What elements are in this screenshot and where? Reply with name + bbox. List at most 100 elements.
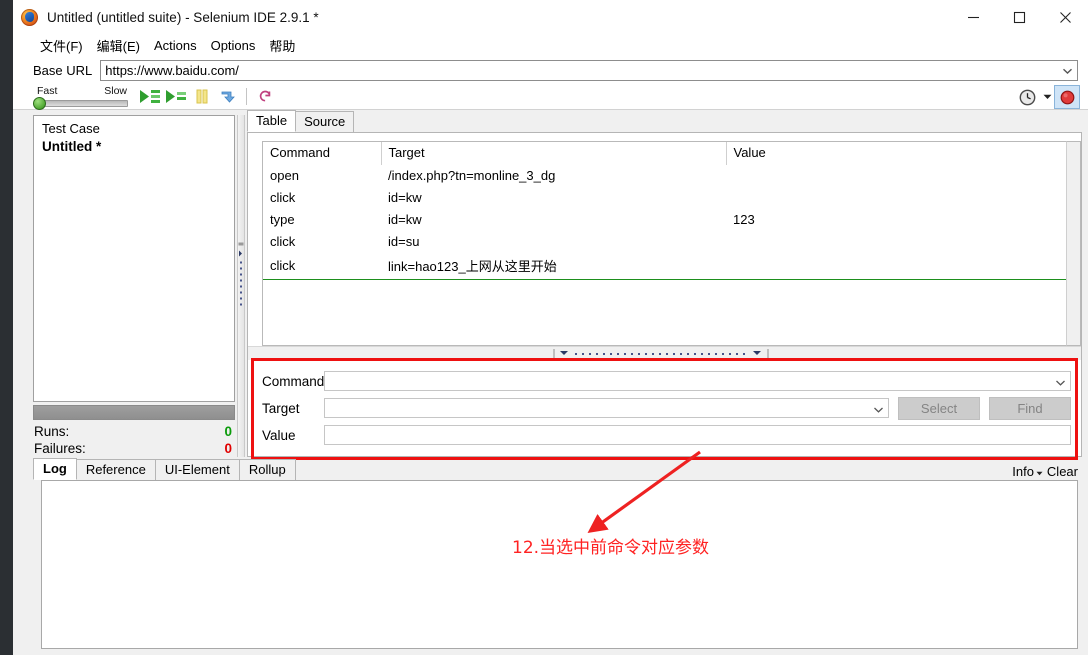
selenium-ide-window: Untitled (untitled suite) - Selenium IDE…: [13, 0, 1088, 655]
cell-value[interactable]: [726, 187, 1066, 209]
log-level-button[interactable]: Info: [1012, 464, 1043, 479]
speed-slow-label: Slow: [104, 84, 127, 97]
cell-command[interactable]: click: [263, 187, 381, 209]
table-row[interactable]: click id=kw: [263, 187, 1066, 209]
list-item[interactable]: Untitled *: [34, 138, 234, 155]
cell-value[interactable]: [726, 165, 1066, 187]
title-bar: Untitled (untitled suite) - Selenium IDE…: [13, 0, 1088, 34]
find-button[interactable]: Find: [989, 396, 1071, 420]
minimize-icon[interactable]: [950, 0, 996, 34]
cell-target[interactable]: link=hao123_上网从这里开始: [381, 253, 726, 279]
table-header-row: Command Target Value: [263, 142, 1066, 165]
value-input[interactable]: [324, 425, 1071, 445]
test-case-list[interactable]: Untitled *: [34, 138, 234, 401]
table-row[interactable]: open /index.php?tn=monline_3_dg: [263, 165, 1066, 187]
window-title: Untitled (untitled suite) - Selenium IDE…: [47, 9, 319, 25]
splitter-grip-icon: [238, 242, 244, 316]
speed-slider-thumb[interactable]: [33, 96, 46, 110]
command-table[interactable]: Command Target Value open /index.php?tn=…: [262, 141, 1066, 346]
sidebar: Test Case Untitled * Runs: 0 Failures: 0: [33, 110, 235, 457]
close-icon[interactable]: [1042, 0, 1088, 34]
maximize-icon[interactable]: [996, 0, 1042, 34]
cell-value[interactable]: 123: [726, 209, 1066, 231]
base-url-combo[interactable]: [100, 60, 1078, 81]
table-row[interactable]: click id=su: [263, 231, 1066, 253]
menu-options[interactable]: Options: [204, 36, 263, 55]
tab-source[interactable]: Source: [295, 111, 355, 132]
record-button[interactable]: [1054, 85, 1080, 109]
tab-table[interactable]: Table: [247, 110, 297, 132]
firefox-icon: [21, 8, 38, 26]
counter-runs-value: 0: [224, 424, 232, 439]
rollup-icon[interactable]: [252, 85, 278, 109]
cell-command[interactable]: type: [263, 209, 381, 231]
step-icon[interactable]: [215, 85, 241, 109]
main-split-area: Test Case Untitled * Runs: 0 Failures: 0: [13, 110, 1088, 460]
pause-icon[interactable]: [189, 85, 215, 109]
menu-bar: 文件(F) 编辑(E) Actions Options 帮助: [13, 34, 1088, 57]
table-row[interactable]: click link=hao123_上网从这里开始: [263, 253, 1066, 279]
log-tab-bar: Log Reference UI-Element Rollup Info Cle…: [33, 457, 1088, 480]
speed-slider-track[interactable]: [36, 99, 128, 107]
chevron-down-icon[interactable]: [1057, 61, 1077, 80]
speed-fast-label: Fast: [37, 84, 58, 97]
cell-target[interactable]: /index.php?tn=monline_3_dg: [381, 165, 726, 187]
form-row-value: Value: [262, 422, 1071, 449]
chevron-down-icon[interactable]: [1040, 85, 1054, 109]
command-table-scrollbar[interactable]: [1066, 141, 1081, 346]
cell-target[interactable]: id=su: [381, 231, 726, 253]
menu-actions[interactable]: Actions: [147, 36, 204, 55]
tab-ui-element[interactable]: UI-Element: [154, 459, 240, 480]
speed-slider[interactable]: Fast Slow: [33, 84, 131, 110]
tab-rollup[interactable]: Rollup: [238, 459, 296, 480]
target-label: Target: [262, 400, 300, 416]
cell-target[interactable]: id=kw: [381, 209, 726, 231]
test-case-panel-header: Test Case: [42, 121, 100, 136]
column-header-command[interactable]: Command: [263, 142, 382, 165]
log-output[interactable]: [41, 480, 1078, 649]
cell-command[interactable]: click: [263, 253, 381, 279]
column-header-value[interactable]: Value: [726, 142, 1066, 165]
clock-icon[interactable]: [1014, 85, 1040, 109]
log-region: Log Reference UI-Element Rollup Info Cle…: [13, 457, 1088, 655]
command-form: Command Target Select Find Value: [248, 360, 1081, 456]
base-url-label: Base URL: [33, 63, 93, 78]
counter-runs: Runs: 0: [33, 423, 235, 440]
cell-value[interactable]: [726, 253, 1066, 279]
menu-edit[interactable]: 编辑(E): [90, 34, 147, 57]
command-end-marker: [263, 279, 1066, 280]
counter-failures: Failures: 0: [33, 440, 235, 457]
play-all-icon[interactable]: [137, 85, 163, 109]
cell-command[interactable]: click: [263, 231, 381, 253]
value-label: Value: [262, 427, 296, 443]
command-input[interactable]: [324, 371, 1071, 391]
table-row[interactable]: type id=kw 123: [263, 209, 1066, 231]
log-controls: Info Clear: [1012, 464, 1078, 479]
editor-region: Table Source Command Target Value open /…: [247, 110, 1088, 460]
cell-value[interactable]: [726, 231, 1066, 253]
menu-file[interactable]: 文件(F): [33, 34, 90, 57]
editor-body: Command Target Value open /index.php?tn=…: [247, 132, 1082, 460]
cell-command[interactable]: open: [263, 165, 381, 187]
target-input[interactable]: [324, 398, 889, 418]
editor-form-splitter[interactable]: [248, 346, 1081, 360]
column-header-target[interactable]: Target: [381, 142, 727, 165]
chevron-down-icon[interactable]: [873, 402, 884, 417]
sidebar-splitter[interactable]: [235, 110, 247, 457]
base-url-row: Base URL: [13, 57, 1088, 84]
log-level-label: Info: [1012, 464, 1034, 479]
caret-down-icon[interactable]: [1036, 464, 1043, 479]
tab-log[interactable]: Log: [33, 458, 77, 480]
base-url-input[interactable]: [101, 62, 1055, 79]
chevron-down-icon[interactable]: [1055, 375, 1066, 390]
play-current-icon[interactable]: [163, 85, 189, 109]
editor-tab-bar: Table Source: [247, 110, 1082, 132]
counter-failures-value: 0: [224, 441, 232, 456]
menu-help[interactable]: 帮助: [262, 34, 302, 57]
cell-target[interactable]: id=kw: [381, 187, 726, 209]
run-counters: Runs: 0 Failures: 0: [33, 420, 235, 457]
tab-reference[interactable]: Reference: [75, 459, 156, 480]
clear-log-button[interactable]: Clear: [1047, 464, 1078, 479]
select-button[interactable]: Select: [898, 396, 980, 420]
test-case-panel: Test Case Untitled *: [33, 115, 235, 402]
